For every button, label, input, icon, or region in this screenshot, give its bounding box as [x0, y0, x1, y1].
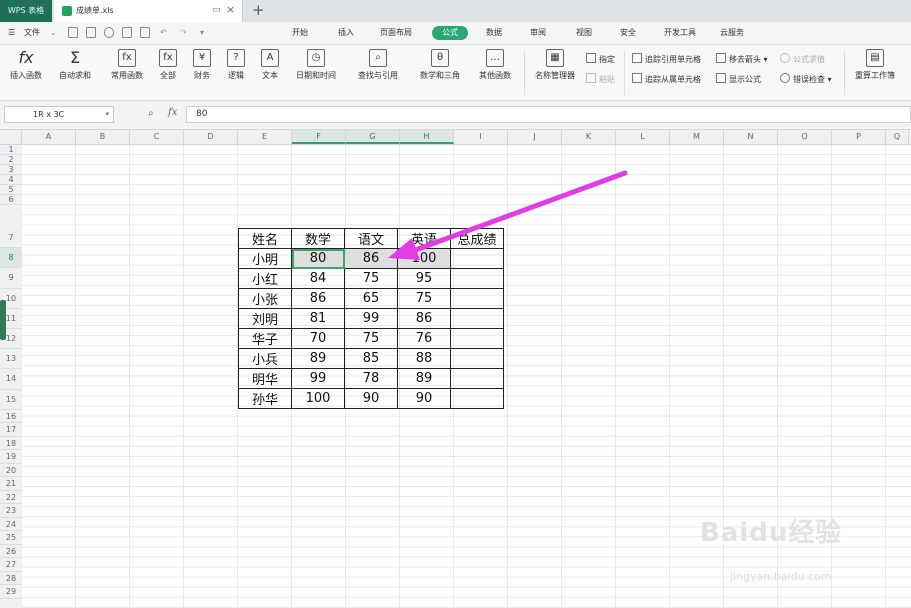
arrow-head: [388, 238, 420, 260]
watermark-url: jingyan.baidu.com: [730, 570, 832, 583]
watermark-logo: Baidu经验: [700, 518, 843, 548]
arrow-shaft: [407, 170, 628, 255]
